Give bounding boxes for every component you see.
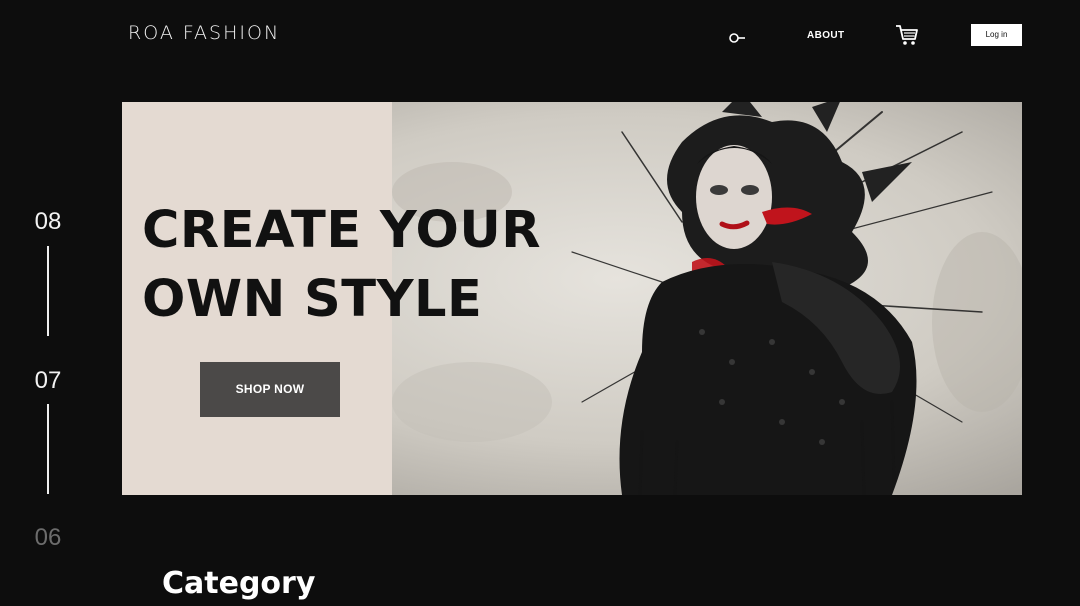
slide-counter-after[interactable]: 06 [22, 524, 74, 552]
hero-title-line: CREATE YOUR [142, 201, 542, 260]
hero-banner: CREATE YOUR OWN STYLE SHOP NOW [122, 102, 1022, 495]
section-heading: Category [162, 566, 316, 601]
slide-counter-current[interactable]: 08 [22, 208, 74, 236]
hero-title: CREATE YOUR OWN STYLE [142, 196, 662, 334]
slide-counter-divider [47, 246, 49, 336]
slide-counter-next[interactable]: 07 [22, 367, 74, 395]
login-button[interactable]: Log in [971, 24, 1022, 46]
slide-counter-divider [47, 404, 49, 494]
brand-logo[interactable]: ROA FASHION [128, 22, 280, 44]
shop-now-button[interactable]: SHOP NOW [200, 362, 340, 417]
hero-title-line: OWN STYLE [142, 270, 483, 329]
search-icon[interactable] [728, 28, 748, 46]
nav-about-link[interactable]: ABOUT [807, 30, 845, 41]
shopping-cart-icon[interactable] [894, 22, 920, 48]
